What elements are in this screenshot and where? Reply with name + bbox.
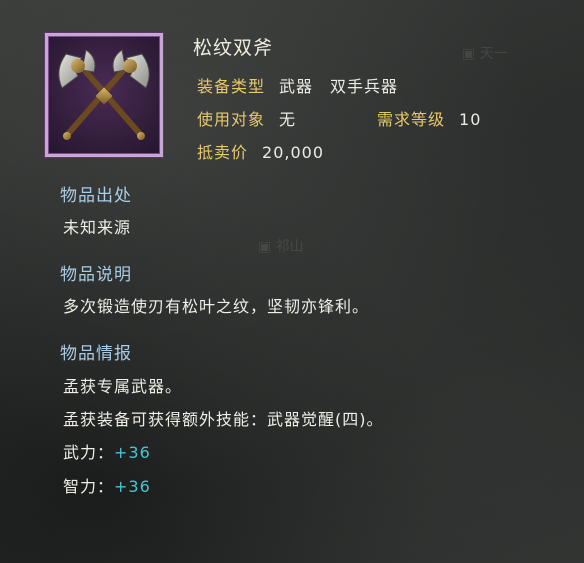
stat-intellect-label: 智力： <box>63 477 115 496</box>
stat-strength-label: 武力： <box>63 443 115 462</box>
item-icon-frame <box>45 33 163 157</box>
item-target-row: 使用对象无 <box>197 106 296 130</box>
source-text: 未知来源 <box>63 218 132 237</box>
description-text: 多次锻造使刃有松叶之纹，坚韧亦锋利。 <box>63 297 370 316</box>
item-type-row: 装备类型 武器 双手兵器 <box>197 73 398 97</box>
item-target-value: 无 <box>279 110 297 129</box>
stat-strength: 武力：+36 <box>63 439 151 463</box>
item-tooltip: ▣ 天一 ▣ 祁山 松纹双斧 装备类型 武器 双手兵器 使用对象 无 需求等级 … <box>0 0 584 563</box>
item-level-label: 需求等级 <box>377 110 446 129</box>
item-type-value: 武器 双手兵器 <box>279 77 399 96</box>
item-type-label: 装备类型 <box>197 77 266 96</box>
watermark-logo: ▣ 天一 <box>462 46 508 62</box>
intel-line-1: 孟获专属武器。 <box>63 377 183 396</box>
item-target-label: 使用对象 <box>197 110 266 129</box>
item-price-row: 抵卖价 20,000 <box>197 139 324 163</box>
intel-line-2: 孟获装备可获得额外技能：武器觉醒(四)。 <box>63 410 384 429</box>
item-price-value: 20,000 <box>262 143 324 162</box>
twin-axes-icon <box>58 49 150 140</box>
item-name: 松纹双斧 <box>193 37 274 59</box>
description-title: 物品说明 <box>60 265 132 285</box>
source-title: 物品出处 <box>60 186 132 206</box>
intel-title: 物品情报 <box>60 344 132 364</box>
item-level-row: 需求等级 10 <box>377 106 481 130</box>
item-level-value: 10 <box>459 110 482 129</box>
stat-strength-value: +36 <box>114 443 151 462</box>
stat-intellect: 智力：+36 <box>63 473 151 497</box>
stat-intellect-value: +36 <box>114 477 151 496</box>
watermark-location: ▣ 祁山 <box>258 239 304 255</box>
item-price-label: 抵卖价 <box>197 143 249 162</box>
